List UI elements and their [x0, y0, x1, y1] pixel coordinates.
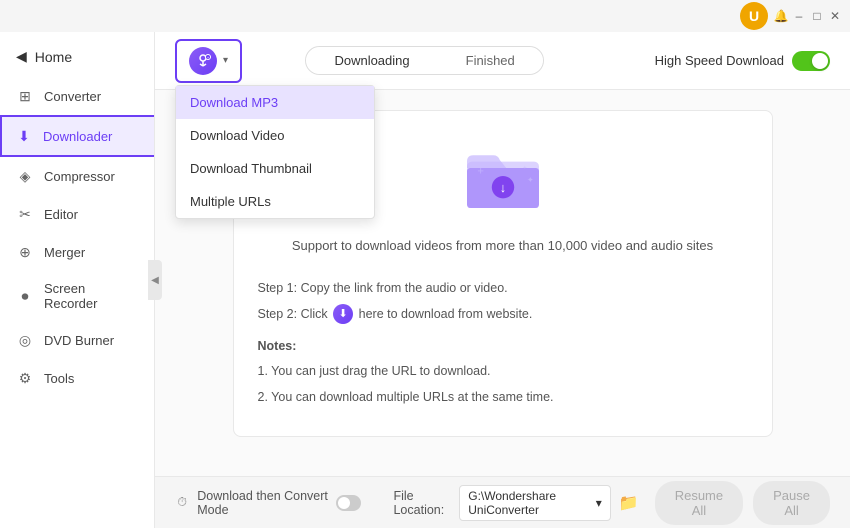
bottom-bar: ⏱ Download then Convert Mode File Locati…	[155, 476, 850, 528]
step1-text: Step 1: Copy the link from the audio or …	[258, 277, 748, 301]
top-bar: + ▾ Download MP3 Download Video Download…	[155, 32, 850, 90]
download-btn-wrapper: + ▾ Download MP3 Download Video Download…	[175, 39, 242, 83]
app-body: ◀ Home ⊞ Converter ⬇ Downloader ◈ Compre…	[0, 32, 850, 528]
editor-label: Editor	[44, 207, 78, 222]
inline-download-icon: ⬇	[333, 304, 353, 324]
sidebar-collapse-handle[interactable]: ◀	[148, 260, 162, 300]
convert-mode-toggle[interactable]	[336, 495, 361, 511]
sidebar-item-downloader[interactable]: ⬇ Downloader	[0, 115, 154, 157]
downloader-icon: ⬇	[15, 127, 33, 145]
tools-label: Tools	[44, 371, 74, 386]
sidebar-item-merger[interactable]: ⊕ Merger	[0, 233, 154, 271]
speed-label: High Speed Download	[655, 53, 784, 68]
compressor-label: Compressor	[44, 169, 115, 184]
folder-open-button[interactable]: 📁	[619, 491, 639, 515]
sidebar: ◀ Home ⊞ Converter ⬇ Downloader ◈ Compre…	[0, 32, 155, 528]
svg-text:↓: ↓	[499, 180, 505, 195]
convert-mode-icon: ⏱	[175, 494, 189, 512]
file-location-control: File Location: G:\Wondershare UniConvert…	[393, 485, 638, 521]
maximize-button[interactable]: □	[810, 9, 824, 23]
support-text: Support to download videos from more tha…	[292, 238, 713, 253]
sidebar-item-screen-recorder[interactable]: ⏺ Screen Recorder	[0, 271, 154, 321]
file-path-text: G:\Wondershare UniConverter	[468, 489, 592, 517]
dvd-burner-label: DVD Burner	[44, 333, 114, 348]
tools-icon: ⚙	[16, 369, 34, 387]
tab-downloading[interactable]: Downloading	[306, 47, 437, 74]
sidebar-item-compressor[interactable]: ◈ Compressor	[0, 157, 154, 195]
converter-label: Converter	[44, 89, 101, 104]
folder-illustration: ↓ + ✦ +	[463, 143, 543, 218]
svg-text:+: +	[477, 165, 484, 177]
download-btn-icon: +	[189, 47, 217, 75]
dropdown-item-multiple[interactable]: Multiple URLs	[176, 185, 374, 218]
bottom-actions: Resume All Pause All	[655, 481, 830, 525]
convert-mode-control: ⏱ Download then Convert Mode	[175, 489, 361, 517]
note1-text: 1. You can just drag the URL to download…	[258, 360, 748, 384]
dropdown-arrow-icon: ▾	[223, 55, 228, 66]
minimize-button[interactable]: –	[792, 9, 806, 23]
main-content: + ▾ Download MP3 Download Video Download…	[155, 32, 850, 528]
merger-icon: ⊕	[16, 243, 34, 261]
pause-all-button[interactable]: Pause All	[753, 481, 830, 525]
svg-text:✦: ✦	[527, 175, 534, 184]
dropdown-item-thumbnail[interactable]: Download Thumbnail	[176, 152, 374, 185]
downloader-label: Downloader	[43, 129, 112, 144]
sidebar-item-dvd-burner[interactable]: ◎ DVD Burner	[0, 321, 154, 359]
svg-text:+: +	[523, 165, 527, 172]
screen-recorder-icon: ⏺	[16, 287, 34, 305]
sidebar-item-tools[interactable]: ⚙ Tools	[0, 359, 154, 397]
home-back-icon: ◀	[16, 48, 27, 65]
download-button[interactable]: + ▾	[175, 39, 242, 83]
user-avatar: U	[740, 2, 768, 30]
merger-label: Merger	[44, 245, 85, 260]
close-button[interactable]: ✕	[828, 9, 842, 23]
file-location-label: File Location:	[393, 489, 451, 517]
note2-text: 2. You can download multiple URLs at the…	[258, 386, 748, 410]
compressor-icon: ◈	[16, 167, 34, 185]
sidebar-item-home[interactable]: ◀ Home	[0, 40, 154, 73]
screen-recorder-label: Screen Recorder	[44, 281, 138, 311]
high-speed-toggle[interactable]	[792, 51, 830, 71]
converter-icon: ⊞	[16, 87, 34, 105]
step2-text: Step 2: Click ⬇ here to download from we…	[258, 303, 748, 327]
dropdown-item-mp3[interactable]: Download MP3	[176, 86, 374, 119]
file-path-select[interactable]: G:\Wondershare UniConverter ▾	[459, 485, 611, 521]
file-path-dropdown-icon: ▾	[596, 496, 602, 510]
sidebar-item-converter[interactable]: ⊞ Converter	[0, 77, 154, 115]
notes-title: Notes:	[258, 335, 748, 359]
notification-icon[interactable]: 🔔	[774, 9, 788, 23]
speed-control: High Speed Download	[655, 51, 830, 71]
download-dropdown-menu: Download MP3 Download Video Download Thu…	[175, 85, 375, 219]
dvd-burner-icon: ◎	[16, 331, 34, 349]
tab-finished[interactable]: Finished	[438, 47, 543, 74]
editor-icon: ✂	[16, 205, 34, 223]
sidebar-home-label: Home	[35, 49, 72, 65]
dropdown-item-video[interactable]: Download Video	[176, 119, 374, 152]
title-bar: U 🔔 – □ ✕	[0, 0, 850, 32]
convert-mode-label: Download then Convert Mode	[197, 489, 328, 517]
sidebar-item-editor[interactable]: ✂ Editor	[0, 195, 154, 233]
resume-all-button[interactable]: Resume All	[655, 481, 743, 525]
instructions: Step 1: Copy the link from the audio or …	[258, 277, 748, 412]
tab-group: Downloading Finished	[305, 46, 543, 75]
